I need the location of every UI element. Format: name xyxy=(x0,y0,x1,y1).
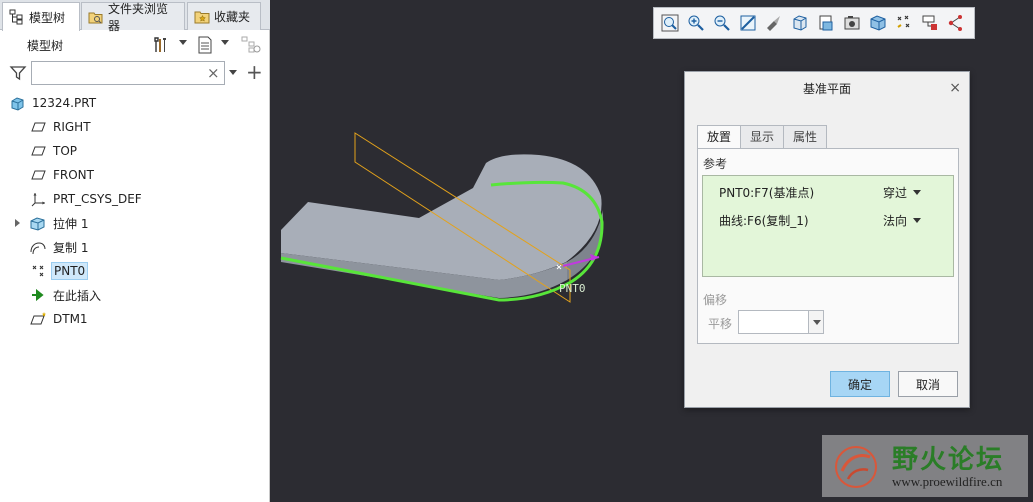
new-datum-plane-icon xyxy=(30,311,46,327)
csys-icon xyxy=(30,191,46,207)
tree-item-csys[interactable]: PRT_CSYS_DEF xyxy=(0,187,270,211)
translate-label: 平移 xyxy=(708,317,733,331)
watermark-url: www.proewildfire.cn xyxy=(892,474,1003,489)
close-icon[interactable]: × xyxy=(949,81,961,95)
folder-browser-icon xyxy=(88,12,103,23)
datum-point-icon xyxy=(30,263,46,279)
tree-item-pnt0[interactable]: PNT0 xyxy=(0,259,270,283)
model-tree: 12324.PRT RIGHT TOP FRONT PRT_CSYS_DEF 拉… xyxy=(0,91,270,331)
model-tree-icon xyxy=(9,9,23,25)
saved-views-icon[interactable] xyxy=(814,12,837,35)
filter-icon[interactable] xyxy=(9,64,27,85)
tree-item-label: FRONT xyxy=(53,168,94,182)
constraint-type[interactable]: 穿过 xyxy=(883,184,907,201)
tree-item-part[interactable]: 12324.PRT xyxy=(0,91,270,115)
dialog-tabs: 放置 显示 属性 xyxy=(697,125,828,149)
tree-item-label: TOP xyxy=(53,144,78,158)
annotation-display-icon[interactable] xyxy=(918,12,941,35)
tree-item-label: DTM1 xyxy=(53,312,88,326)
forum-watermark: 野火论坛 www.proewildfire.cn xyxy=(822,435,1028,497)
tab-folder-browser[interactable]: 文件夹浏览器 xyxy=(81,2,185,33)
show-list-icon[interactable] xyxy=(195,35,215,55)
constraint-type[interactable]: 法向 xyxy=(883,212,907,229)
chevron-down-icon[interactable] xyxy=(913,218,921,223)
add-filter-icon[interactable]: + xyxy=(246,60,263,84)
insert-arrow-icon xyxy=(30,287,46,303)
references-label: 参考 xyxy=(703,157,728,171)
placement-panel: 参考 PNT0:F7(基准点) 穿过 曲线:F6(复制_1) 法向 偏移 平移 xyxy=(697,148,959,344)
point-label: PNT0 xyxy=(559,282,586,295)
cancel-button[interactable]: 取消 xyxy=(898,371,958,397)
model-tree-panel: 模型树 文件夹浏览器 收藏夹 模型树 × + 12324.PRT RIGHT T… xyxy=(0,0,270,502)
panel-tabs: 模型树 文件夹浏览器 收藏夹 xyxy=(0,0,270,33)
tree-item-label: PRT_CSYS_DEF xyxy=(53,192,142,206)
tree-item-label: 在此插入 xyxy=(53,288,102,303)
datum-plane-dialog: 基准平面 × 放置 显示 属性 参考 PNT0:F7(基准点) 穿过 曲线:F6… xyxy=(684,71,970,408)
tree-item-label: PNT0 xyxy=(51,262,89,280)
ok-button[interactable]: 确定 xyxy=(830,371,890,397)
datum-display-icon[interactable] xyxy=(892,12,915,35)
filter-row: × + xyxy=(0,60,270,88)
tab-placement[interactable]: 放置 xyxy=(697,125,741,149)
zoom-in-icon[interactable] xyxy=(684,12,707,35)
references-collector[interactable]: PNT0:F7(基准点) 穿过 曲线:F6(复制_1) 法向 xyxy=(702,175,954,277)
expand-arrow-icon[interactable] xyxy=(15,219,20,227)
tab-display[interactable]: 显示 xyxy=(740,125,784,149)
tab-favorites[interactable]: 收藏夹 xyxy=(187,2,261,30)
chevron-down-icon[interactable] xyxy=(229,70,237,75)
search-input[interactable] xyxy=(31,61,225,85)
tree-item-extrude[interactable]: 拉伸 1 xyxy=(0,211,270,235)
favorites-icon xyxy=(194,11,210,23)
copy-icon xyxy=(30,239,46,255)
offset-label: 偏移 xyxy=(703,293,728,307)
tree-item-right[interactable]: RIGHT xyxy=(0,115,270,139)
translate-combo[interactable] xyxy=(738,310,824,334)
tree-item-label: 拉伸 1 xyxy=(53,216,89,231)
perspective-icon[interactable] xyxy=(866,12,889,35)
tab-label: 文件夹浏览器 xyxy=(108,1,169,33)
part-icon xyxy=(9,95,25,111)
chevron-down-icon[interactable] xyxy=(179,40,187,45)
watermark-title: 野火论坛 xyxy=(892,445,1005,475)
zoom-out-icon[interactable] xyxy=(710,12,733,35)
reference-name: PNT0:F7(基准点) xyxy=(719,186,815,200)
datum-plane-icon xyxy=(30,143,46,159)
reference-row[interactable]: 曲线:F6(复制_1) 法向 xyxy=(703,208,953,232)
dialog-title: 基准平面 xyxy=(685,72,969,106)
tree-item-dtm1[interactable]: DTM1 xyxy=(0,307,270,331)
tree-item-copy[interactable]: 复制 1 xyxy=(0,235,270,259)
chevron-down-icon[interactable] xyxy=(808,311,823,333)
datum-plane-icon xyxy=(30,119,46,135)
zoom-fit-icon[interactable] xyxy=(658,12,681,35)
chevron-down-icon[interactable] xyxy=(913,190,921,195)
tab-label: 收藏夹 xyxy=(214,10,251,24)
view-manager-icon[interactable] xyxy=(840,12,863,35)
reference-row[interactable]: PNT0:F7(基准点) 穿过 xyxy=(703,180,953,204)
tree-item-label: 复制 1 xyxy=(53,240,89,255)
display-style-icon[interactable] xyxy=(788,12,811,35)
tree-settings-icon[interactable] xyxy=(151,35,171,55)
tree-item-top[interactable]: TOP xyxy=(0,139,270,163)
reference-name: 曲线:F6(复制_1) xyxy=(719,214,809,228)
view-toolbar xyxy=(653,7,975,39)
spin-center-icon[interactable] xyxy=(944,12,967,35)
tree-item-label: RIGHT xyxy=(53,120,91,134)
tab-properties[interactable]: 属性 xyxy=(783,125,828,149)
repaint-icon[interactable] xyxy=(736,12,759,35)
orient-icon[interactable] xyxy=(762,12,785,35)
tab-label: 模型树 xyxy=(29,10,66,25)
chevron-down-icon[interactable] xyxy=(221,40,229,45)
tab-model-tree[interactable]: 模型树 xyxy=(2,2,80,31)
clear-icon[interactable]: × xyxy=(207,64,220,82)
tree-item-front[interactable]: FRONT xyxy=(0,163,270,187)
tree-item-insert-here[interactable]: 在此插入 xyxy=(0,283,270,307)
tree-filter-settings-icon[interactable] xyxy=(241,35,261,55)
tree-header: 模型树 xyxy=(0,31,270,59)
forum-logo-icon xyxy=(835,446,877,488)
extrude-icon xyxy=(30,215,46,231)
tree-item-label: 12324.PRT xyxy=(32,96,97,110)
datum-plane-icon xyxy=(30,167,46,183)
tree-title: 模型树 xyxy=(27,39,64,53)
